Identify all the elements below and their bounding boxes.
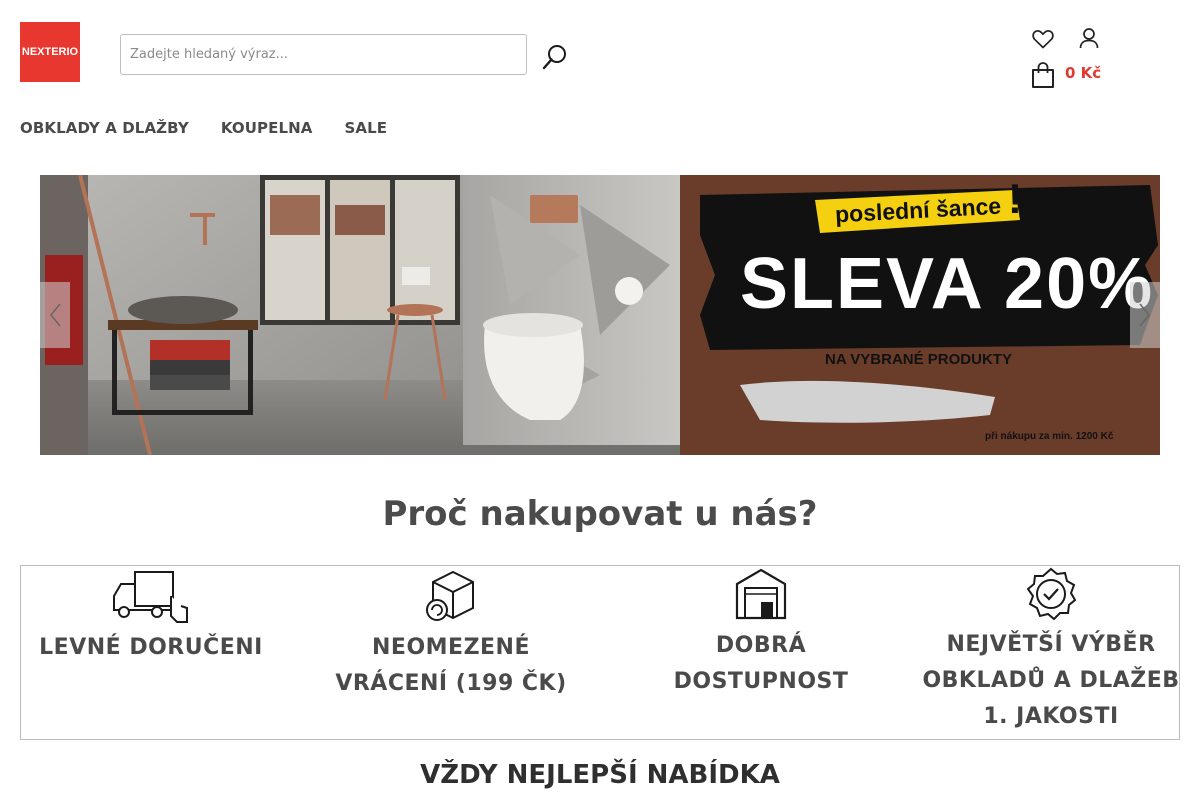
- promo-banner[interactable]: poslední šance ! SLEVA 20% NA VYBRANÉ PR…: [40, 175, 1160, 455]
- delivery-truck-icon: [113, 571, 188, 623]
- heart-icon: [1032, 30, 1054, 49]
- package-return-icon: [426, 570, 474, 621]
- banner-headline: SLEVA 20%: [740, 244, 1155, 324]
- why-title: Proč nakupovat u nás?: [382, 494, 818, 534]
- account-button[interactable]: [1077, 26, 1101, 50]
- logo-text: NEXTERIO: [21, 46, 79, 58]
- offer-title: VŽDY NEJLEPŠÍ NABÍDKA: [420, 760, 780, 790]
- cart-total[interactable]: 0 Kč: [1065, 64, 1101, 82]
- banner-subline: NA VYBRANÉ PRODUKTY: [825, 351, 1012, 368]
- chevron-right-icon: [1139, 303, 1150, 327]
- warehouse-icon: [735, 568, 787, 620]
- search-icon: [542, 45, 566, 70]
- main-nav: OBKLADY A DLAŽBY KOUPELNA SALE: [20, 119, 387, 137]
- user-icon: [1079, 28, 1099, 49]
- banner-tag-exclamation: !: [1008, 175, 1022, 222]
- chevron-left-icon: [50, 303, 61, 327]
- feature-returns: NEOMEZENÉ VRÁCENÍ (199 ČK): [321, 566, 581, 702]
- logo[interactable]: NEXTERIO: [20, 22, 80, 82]
- nav-item-sale[interactable]: SALE: [344, 119, 387, 137]
- wishlist-button[interactable]: [1031, 27, 1055, 51]
- search-input[interactable]: [120, 34, 527, 75]
- quality-badge-icon: [1026, 567, 1077, 621]
- feature-delivery: LEVNÉ DORUČENI: [21, 566, 281, 666]
- banner-prev-button[interactable]: [40, 282, 70, 348]
- banner-note: při nákupu za min. 1200 Kč: [985, 431, 1114, 442]
- banner-next-button[interactable]: [1130, 282, 1160, 348]
- feature-label: NEOMEZENÉ VRÁCENÍ (199 ČK): [335, 635, 567, 696]
- nav-item-koupelna[interactable]: KOUPELNA: [221, 119, 313, 137]
- feature-label: DOBRÁ DOSTUPNOST: [673, 633, 849, 694]
- search-button[interactable]: [540, 42, 570, 72]
- feature-selection: NEJVĚTŠÍ VÝBĚR OBKLADŮ A DLAŽEB 1. JAKOS…: [921, 566, 1181, 735]
- shopping-bag-icon: [1032, 62, 1054, 88]
- nav-item-obklady[interactable]: OBKLADY A DLAŽBY: [20, 119, 189, 137]
- feature-label: LEVNÉ DORUČENI: [39, 635, 263, 660]
- cart-button[interactable]: [1030, 61, 1056, 89]
- feature-availability: DOBRÁ DOSTUPNOST: [631, 566, 891, 700]
- feature-label: NEJVĚTŠÍ VÝBĚR OBKLADŮ A DLAŽEB 1. JAKOS…: [922, 632, 1180, 729]
- features-box: LEVNÉ DORUČENI NEOMEZENÉ VRÁCENÍ (199 ČK…: [20, 565, 1180, 740]
